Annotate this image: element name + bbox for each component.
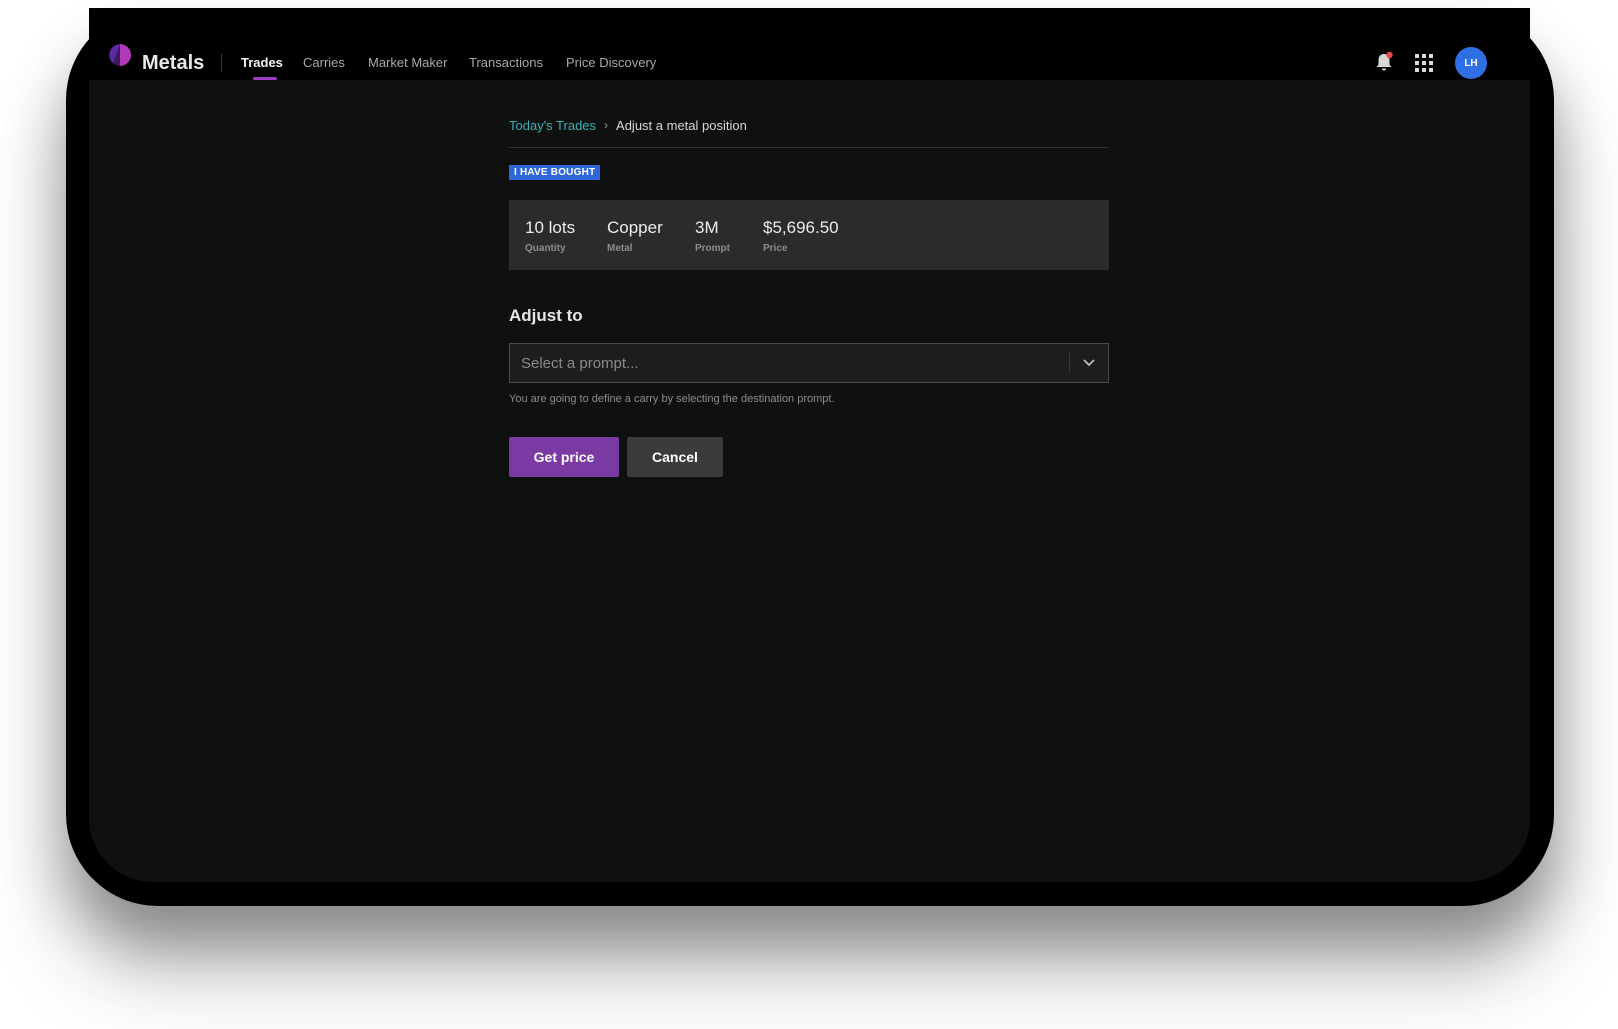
nav-tab-trades[interactable]: Trades xyxy=(241,55,283,70)
header-divider xyxy=(509,147,1109,148)
chevron-right-icon: › xyxy=(604,118,609,132)
quantity-field: 10 lots Quantity xyxy=(525,218,575,254)
prompt-value: 3M xyxy=(695,218,719,237)
main-content: Today's Trades › Adjust a metal position… xyxy=(509,116,1109,477)
active-tab-indicator xyxy=(253,77,277,80)
price-value: $5,696.50 xyxy=(763,218,839,237)
metal-field: Copper Metal xyxy=(607,218,663,254)
prompt-label: Prompt xyxy=(695,243,730,254)
prompt-field: 3M Prompt xyxy=(695,218,730,254)
trade-direction-badge: I HAVE BOUGHT xyxy=(509,165,601,180)
get-price-button[interactable]: Get price xyxy=(509,437,619,477)
bell-icon[interactable] xyxy=(1374,51,1394,73)
chevron-down-icon[interactable] xyxy=(1082,358,1096,368)
nav-tab-transactions[interactable]: Transactions xyxy=(469,55,543,70)
prompt-select[interactable]: Select a prompt... xyxy=(509,343,1109,383)
metal-value: Copper xyxy=(607,218,663,237)
prompt-helper-text: You are going to define a carry by selec… xyxy=(509,393,835,405)
breadcrumb: Today's Trades › Adjust a metal position xyxy=(509,116,1109,134)
prompt-select-placeholder: Select a prompt... xyxy=(521,355,639,372)
app-brand-name: Metals xyxy=(142,52,205,74)
metal-label: Metal xyxy=(607,243,633,254)
brand-divider xyxy=(221,54,222,72)
grid-icon[interactable] xyxy=(1415,54,1433,72)
app-screen: Metals Trades Carries Market Maker Trans… xyxy=(89,8,1530,882)
nav-tab-carries[interactable]: Carries xyxy=(303,55,345,70)
action-buttons: Get price Cancel xyxy=(509,437,1109,477)
quantity-value: 10 lots xyxy=(525,218,576,237)
notification-dot xyxy=(1386,51,1393,59)
quantity-label: Quantity xyxy=(525,243,566,254)
price-label: Price xyxy=(763,243,788,254)
user-avatar[interactable]: LH xyxy=(1455,47,1487,79)
metals-logo-icon xyxy=(109,44,131,66)
nav-tab-price-discovery[interactable]: Price Discovery xyxy=(566,55,656,70)
nav-tab-market-maker[interactable]: Market Maker xyxy=(368,55,447,70)
position-summary-card: 10 lots Quantity Copper Metal 3M Prompt … xyxy=(509,200,1109,270)
cancel-button[interactable]: Cancel xyxy=(627,437,723,477)
price-field: $5,696.50 Price xyxy=(763,218,839,254)
select-divider xyxy=(1069,353,1070,373)
breadcrumb-current-page: Adjust a metal position xyxy=(616,117,747,133)
device-frame: Metals Trades Carries Market Maker Trans… xyxy=(66,8,1554,906)
adjust-to-heading: Adjust to xyxy=(509,306,583,325)
top-navigation-bar: Metals Trades Carries Market Maker Trans… xyxy=(89,8,1530,80)
breadcrumb-todays-trades-link[interactable]: Today's Trades xyxy=(509,118,596,133)
